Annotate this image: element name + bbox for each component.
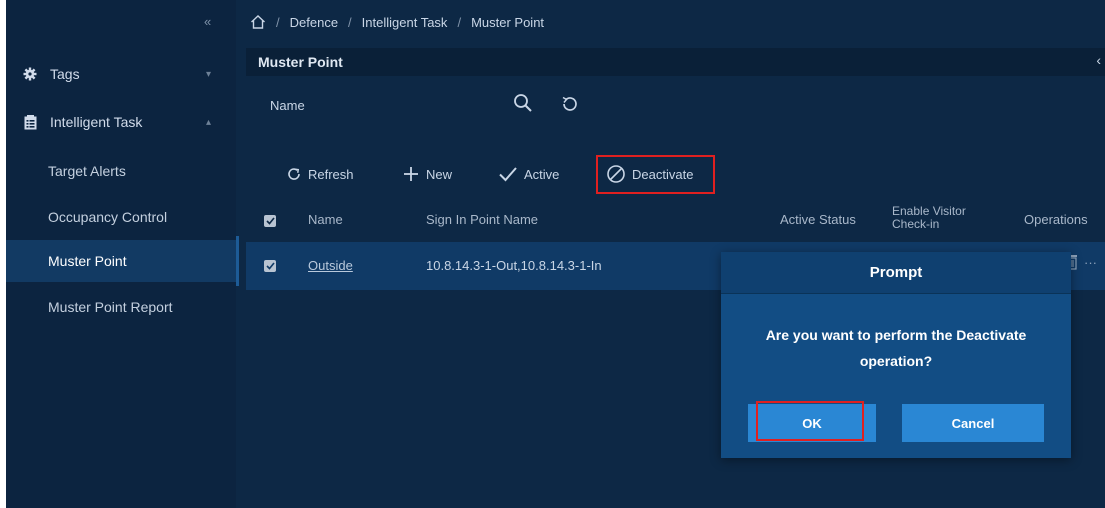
- breadcrumb: / Defence / Intelligent Task / Muster Po…: [250, 14, 544, 30]
- page-header: Muster Point ‹: [246, 48, 1105, 76]
- row-checkbox[interactable]: [264, 260, 276, 272]
- column-header-sign-in-point[interactable]: Sign In Point Name: [426, 212, 538, 227]
- cancel-button[interactable]: Cancel: [902, 404, 1044, 442]
- breadcrumb-item-intelligent-task[interactable]: Intelligent Task: [362, 15, 448, 30]
- breadcrumb-separator: /: [457, 14, 462, 30]
- clipboard-icon: [22, 114, 38, 130]
- sidebar-group-tags[interactable]: Tags ▾: [6, 54, 236, 94]
- column-header-line: Enable Visitor: [892, 204, 966, 218]
- column-header-name[interactable]: Name: [308, 212, 343, 227]
- sidebar-item-target-alerts[interactable]: Target Alerts: [6, 150, 236, 192]
- sidebar-item-muster-point[interactable]: Muster Point: [6, 240, 236, 282]
- collapse-sidebar-button[interactable]: «: [204, 14, 211, 29]
- chevron-left-icon[interactable]: ‹: [1096, 52, 1101, 68]
- sidebar-group-intelligent-task[interactable]: Intelligent Task ▴: [6, 102, 236, 142]
- sidebar-item-muster-point-report[interactable]: Muster Point Report: [6, 286, 236, 328]
- column-header-active-status[interactable]: Active Status: [780, 212, 856, 227]
- app-frame: « Tags ▾ Intelligent Task ▴ Target Alert…: [6, 0, 1105, 508]
- search-icon[interactable]: [512, 92, 534, 114]
- sidebar-item-label: Muster Point Report: [48, 299, 173, 315]
- active-label: Active: [524, 166, 560, 182]
- row-name-link[interactable]: Outside: [308, 258, 353, 273]
- page-title: Muster Point: [258, 54, 343, 70]
- sidebar-item-label: Occupancy Control: [48, 209, 168, 225]
- dialog-message: Are you want to perform the Deactivate o…: [721, 322, 1071, 374]
- gear-icon: [22, 66, 38, 82]
- breadcrumb-separator: /: [348, 14, 352, 30]
- sidebar-group-label: Intelligent Task: [50, 114, 143, 130]
- filter-bar: Name: [246, 84, 1105, 128]
- new-label: New: [426, 166, 453, 182]
- refresh-label: Refresh: [308, 166, 354, 182]
- more-options-icon[interactable]: ···: [1084, 255, 1097, 270]
- sidebar-item-label: Target Alerts: [48, 163, 126, 179]
- deactivate-highlight: [596, 155, 715, 194]
- table-header: Name Sign In Point Name Active Status En…: [246, 200, 1105, 240]
- plus-icon: [404, 167, 418, 181]
- name-filter-label: Name: [270, 98, 305, 113]
- active-button[interactable]: Active: [498, 158, 559, 190]
- row-sign-in-point: 10.8.14.3-1-Out,10.8.14.3-1-In: [426, 258, 602, 273]
- select-all-checkbox[interactable]: [264, 215, 276, 227]
- dialog-message-line: operation?: [859, 353, 933, 369]
- new-button[interactable]: New: [402, 158, 452, 190]
- breadcrumb-separator: /: [276, 14, 280, 30]
- refresh-button[interactable]: Refresh: [286, 158, 354, 190]
- breadcrumb-item-defence[interactable]: Defence: [290, 15, 338, 30]
- chevron-down-icon: ▾: [206, 68, 212, 80]
- dialog-title: Prompt: [721, 252, 1071, 294]
- dialog-message-line: Are you want to perform the Deactivate: [765, 327, 1027, 343]
- ok-highlight: [756, 401, 864, 441]
- sidebar-active-indicator: [236, 236, 239, 286]
- column-header-enable-visitor[interactable]: Enable Visitor Check-in: [892, 205, 966, 231]
- column-header-operations: Operations: [1024, 212, 1088, 227]
- sidebar: « Tags ▾ Intelligent Task ▴ Target Alert…: [6, 0, 236, 508]
- breadcrumb-item-muster-point: Muster Point: [471, 14, 545, 30]
- sidebar-group-label: Tags: [50, 66, 80, 82]
- sidebar-item-label: Muster Point: [48, 253, 127, 269]
- chevron-up-icon: ▴: [206, 116, 212, 128]
- check-icon: [499, 167, 517, 182]
- reset-icon[interactable]: [560, 94, 580, 114]
- home-icon[interactable]: [250, 14, 266, 30]
- column-header-line: Check-in: [892, 217, 940, 231]
- sidebar-item-occupancy-control[interactable]: Occupancy Control: [6, 196, 236, 238]
- refresh-icon: [288, 168, 300, 180]
